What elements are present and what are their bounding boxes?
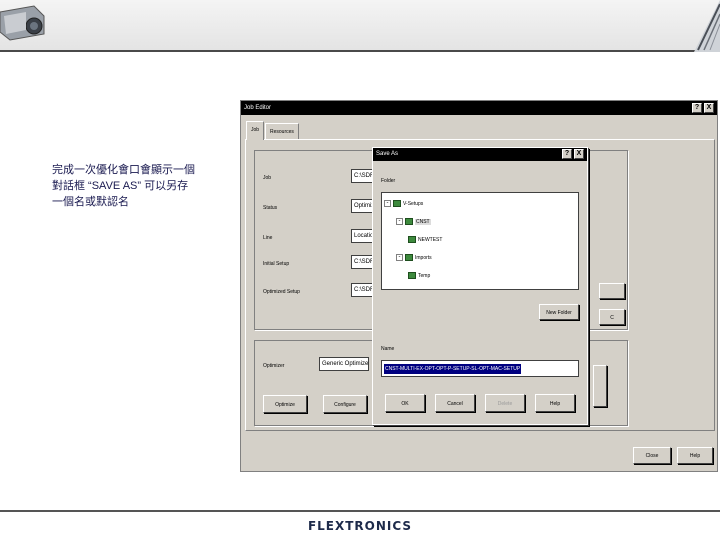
cancel-button[interactable]: Cancel [435,394,475,412]
side-button[interactable] [593,365,607,407]
tree-node-label: NEWTEST [418,237,443,243]
new-folder-button[interactable]: New Folder [539,304,579,320]
collapse-icon[interactable]: - [396,254,403,262]
job-label: Job [263,175,272,181]
close-title-button[interactable]: X [704,103,714,113]
tree-node[interactable]: Temp [408,271,430,281]
flextronics-logo: FLEXTRONICS [307,519,413,533]
corner-graphic-icon [694,0,720,52]
save-as-help-title-button[interactable]: ? [562,149,572,159]
tree-node[interactable]: - CNST [396,217,431,227]
browse-button[interactable] [599,283,625,299]
line-label: Line [263,235,273,241]
tab-job[interactable]: Job [246,121,265,140]
caption-line-2: 對話框 “SAVE AS” 可以另存 [52,180,189,192]
job-editor-title: Job Editor [244,105,272,111]
job-editor-titlebar[interactable]: Job Editor ? X [241,101,717,115]
optimizer-label: Optimizer [263,363,285,369]
tree-node-label: V-Setups [403,201,424,207]
status-label: Status [263,205,278,211]
folder-label: Folder [381,178,396,184]
save-as-help-button[interactable]: Help [535,394,575,412]
right-c-button[interactable]: C [599,309,625,325]
footer-divider [0,510,720,512]
save-as-close-title-button[interactable]: X [574,149,584,159]
tree-node[interactable]: - V-Setups [384,199,423,209]
folder-icon [408,236,416,244]
tree-node[interactable]: - Imports [396,253,432,263]
close-button[interactable]: Close [633,447,671,464]
folder-icon [408,272,416,280]
slide-header [0,0,720,52]
configure-button[interactable]: Configure [323,395,367,413]
tree-node[interactable]: NEWTEST [408,235,442,245]
tab-resources[interactable]: Resources [265,123,299,139]
collapse-icon[interactable]: - [384,200,391,208]
save-as-titlebar[interactable]: Save As ? X [373,148,587,161]
folder-icon [405,254,413,262]
ok-button[interactable]: OK [385,394,425,412]
help-title-button[interactable]: ? [692,103,702,113]
help-button[interactable]: Help [677,447,713,464]
tree-node-label: Imports [415,255,432,261]
caption-text: 完成一次優化會口會顯示一個 對話框 “SAVE AS” 可以另存 一個名或默認名 [52,162,212,210]
tree-node-label: CNST [415,219,431,225]
caption-line-3: 一個名或默認名 [52,196,129,208]
folder-icon [405,218,413,226]
folder-tree[interactable]: - V-Setups - CNST NEWTEST - Imports Temp [381,192,579,290]
collapse-icon[interactable]: - [396,218,403,226]
save-as-title: Save As [376,151,399,157]
optimize-button[interactable]: Optimize [263,395,307,413]
tree-node-label: Temp [418,273,431,279]
save-as-dialog: Save As ? X Folder - V-Setups - CNST NEWTE… [372,147,588,425]
initial-setup-label: Initial Setup [263,261,290,267]
projector-icon [0,5,45,41]
folder-icon [393,200,401,208]
optimized-setup-label: Optimized Setup [263,289,300,295]
name-input[interactable]: CNST-MULTI-EX-OPT-OPT-P-SETUP-SL-OPT-MAC… [381,360,579,377]
optimizer-field[interactable]: Generic Optimizer [319,357,369,371]
name-label: Name [381,346,395,352]
caption-line-1: 完成一次優化會口會顯示一個 [52,164,195,176]
name-input-selected-text: CNST-MULTI-EX-OPT-OPT-P-SETUP-SL-OPT-MAC… [384,364,522,374]
delete-button[interactable]: Delete [485,394,525,412]
